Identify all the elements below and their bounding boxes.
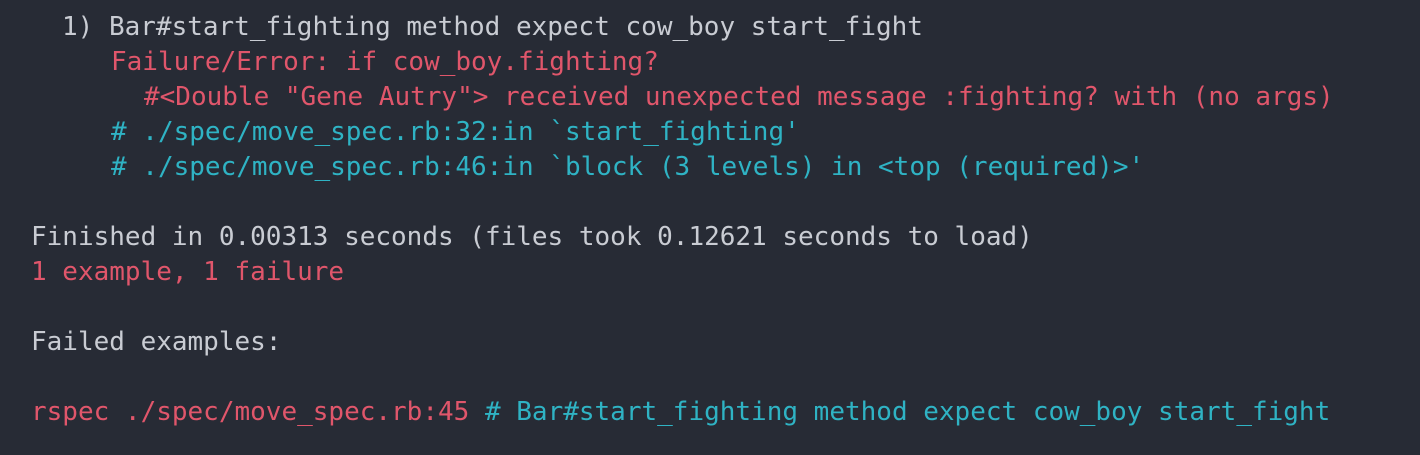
backtrace-line: # ./spec/move_spec.rb:32:in `start_fight… bbox=[111, 117, 800, 147]
backtrace-line: # ./spec/move_spec.rb:46:in `block (3 le… bbox=[111, 152, 1145, 182]
failure-error-message: #<Double "Gene Autry"> received unexpect… bbox=[144, 82, 1334, 112]
terminal-output: 1) Bar#start_fighting method expect cow_… bbox=[0, 0, 1420, 450]
failed-example-line: rspec ./spec/move_spec.rb:45 # Bar#start… bbox=[31, 395, 1330, 430]
rerun-command: rspec ./spec/move_spec.rb:45 bbox=[31, 397, 470, 427]
finished-summary: Finished in 0.00313 seconds (files took … bbox=[31, 222, 1033, 252]
rerun-comment: # Bar#start_fighting method expect cow_b… bbox=[484, 397, 1331, 427]
failed-examples-heading: Failed examples: bbox=[31, 327, 282, 357]
failure-error-label: Failure/Error: if cow_boy.fighting? bbox=[111, 47, 659, 77]
result-summary: 1 example, 1 failure bbox=[31, 257, 345, 287]
failure-title: 1) Bar#start_fighting method expect cow_… bbox=[62, 12, 923, 42]
